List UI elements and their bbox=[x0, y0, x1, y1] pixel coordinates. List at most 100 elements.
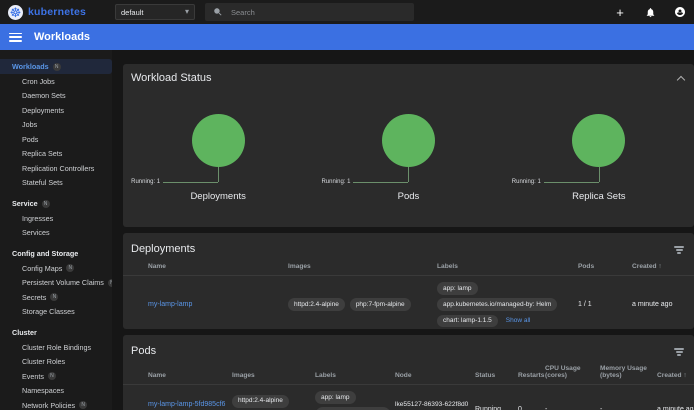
sidebar-item-label: Cluster Role Bindings bbox=[22, 343, 91, 352]
namespaced-indicator-icon: N bbox=[53, 63, 61, 71]
pie-chart-title: Pods bbox=[313, 191, 503, 202]
column-header[interactable]: Created ↑ bbox=[657, 372, 694, 379]
pods-card: Pods Name Images Labels Node Status Rest… bbox=[123, 335, 694, 410]
search-input[interactable] bbox=[231, 8, 406, 17]
sidebar-item[interactable]: Jobs N bbox=[0, 118, 112, 133]
sidebar-item-label: Service bbox=[12, 199, 38, 208]
namespace-selected-value: default bbox=[121, 8, 144, 17]
menu-toggle-button[interactable] bbox=[9, 33, 22, 42]
sidebar-item-label: Network Policies bbox=[22, 401, 75, 410]
sidebar-item[interactable]: Network Policies N bbox=[0, 398, 112, 410]
column-header[interactable]: Pods bbox=[578, 263, 632, 270]
column-header[interactable]: Images bbox=[232, 372, 315, 379]
sidebar-item-label: Ingresses bbox=[22, 214, 53, 223]
workload-status-title: Workload Status bbox=[131, 72, 212, 84]
namespaced-indicator-icon: N bbox=[42, 200, 50, 208]
column-header[interactable]: Name bbox=[148, 372, 232, 379]
column-header[interactable]: Restarts bbox=[518, 372, 545, 379]
pod-name-link[interactable]: my-lamp-lamp-5fd985cf68-jwvz4 bbox=[148, 401, 225, 410]
sidebar-item[interactable]: Cron Jobs N bbox=[0, 74, 112, 89]
sidebar-item[interactable]: Secrets N bbox=[0, 290, 112, 305]
sidebar-item[interactable]: Cluster Role Bindings N bbox=[0, 340, 112, 355]
sidebar-item[interactable]: Ingresses N bbox=[0, 211, 112, 226]
pods-title: Pods bbox=[131, 345, 156, 357]
deployment-name-link[interactable]: my-lamp-lamp bbox=[148, 301, 192, 308]
label-chip: chart: lamp-1.1.5 bbox=[437, 315, 498, 328]
node-name: lke55127-86393-622f8d09399a bbox=[395, 400, 475, 410]
collapse-card-icon[interactable] bbox=[677, 75, 685, 83]
table-row: my-lamp-lamp httpd:2.4-alpine php:7-fpm-… bbox=[123, 276, 694, 329]
show-all-labels-link[interactable]: Show all bbox=[506, 316, 531, 325]
sidebar-item[interactable]: Service N bbox=[0, 196, 112, 211]
namespaced-indicator-icon: N bbox=[48, 372, 56, 380]
label-chip: app.kubernetes.io/managed-by: Helm bbox=[437, 298, 557, 311]
deployments-table-header: Name Images Labels Pods Created ↑ bbox=[123, 255, 694, 276]
namespace-selector[interactable]: default ▾ bbox=[115, 4, 195, 20]
sidebar-item[interactable]: Stateful Sets N bbox=[0, 176, 112, 191]
pie-running-slice bbox=[572, 114, 625, 167]
sidebar-item-label: Deployments bbox=[22, 106, 64, 115]
filter-icon[interactable] bbox=[674, 244, 684, 254]
column-header[interactable]: Images bbox=[288, 263, 437, 270]
search-box bbox=[205, 3, 414, 21]
memory-usage: - bbox=[600, 406, 657, 410]
cpu-usage: - bbox=[545, 406, 600, 410]
column-header[interactable]: Memory Usage (bytes) bbox=[600, 365, 657, 379]
topbar-actions: + bbox=[612, 0, 688, 24]
user-menu-button[interactable] bbox=[672, 4, 688, 20]
column-header[interactable]: Created ↑ bbox=[632, 263, 694, 270]
sidebar-item-label: Workloads bbox=[12, 62, 49, 71]
column-header[interactable]: Labels bbox=[437, 263, 578, 270]
filter-icon[interactable] bbox=[674, 346, 684, 356]
sidebar-item[interactable]: Workloads N bbox=[0, 59, 112, 74]
workload-status-card: Workload Status Running: 1 Deployments bbox=[123, 64, 694, 227]
column-header[interactable]: Labels bbox=[315, 372, 395, 379]
column-header[interactable]: Status bbox=[475, 372, 518, 379]
pie-slice-label: Running: 1 bbox=[512, 179, 541, 185]
table-row: my-lamp-lamp-5fd985cf68-jwvz4 httpd:2.4-… bbox=[123, 385, 694, 410]
sidebar-item[interactable]: Cluster Roles N bbox=[0, 355, 112, 370]
sidebar-item[interactable]: Pods N bbox=[0, 132, 112, 147]
sidebar-item[interactable]: Config Maps N bbox=[0, 261, 112, 276]
plus-icon: + bbox=[616, 6, 624, 19]
namespaced-indicator-icon: N bbox=[79, 401, 87, 409]
sidebar-item[interactable]: Namespaces N bbox=[0, 384, 112, 399]
sidebar-item[interactable]: Deployments N bbox=[0, 103, 112, 118]
created-timestamp: a minute ago bbox=[657, 406, 694, 410]
pie-running-slice bbox=[382, 114, 435, 167]
user-avatar-icon bbox=[674, 6, 686, 18]
pod-status: Running bbox=[475, 406, 518, 410]
pie-callout: Running: 1 bbox=[163, 167, 273, 184]
sidebar-item[interactable]: Cluster N bbox=[0, 325, 112, 340]
pie-running-slice bbox=[192, 114, 245, 167]
sidebar-item[interactable]: Storage Classes N bbox=[0, 305, 112, 320]
kubernetes-home-link[interactable]: ☸ kubernetes bbox=[8, 0, 86, 24]
restarts-count: 0 bbox=[518, 406, 545, 410]
status-pie-chart: Running: 1 Replica Sets bbox=[504, 114, 694, 202]
pie-slice-label: Running: 1 bbox=[131, 179, 160, 185]
sidebar-item[interactable]: Persistent Volume Claims N bbox=[0, 276, 112, 291]
sidebar-item[interactable]: Events N bbox=[0, 369, 112, 384]
status-pie-chart: Running: 1 Deployments bbox=[123, 114, 313, 202]
sidebar-item[interactable]: Services N bbox=[0, 226, 112, 241]
label-chip: app: lamp bbox=[315, 391, 356, 404]
column-header[interactable]: CPU Usage (cores) bbox=[545, 365, 600, 379]
sidebar-item[interactable]: Replication Controllers N bbox=[0, 161, 112, 176]
sidebar-item[interactable]: Replica Sets N bbox=[0, 147, 112, 162]
deployments-title: Deployments bbox=[131, 243, 195, 255]
bell-icon bbox=[645, 7, 656, 18]
sidebar-item-label: Cron Jobs bbox=[22, 77, 55, 86]
sidebar-item[interactable]: Config and Storage N bbox=[0, 246, 112, 261]
column-header[interactable]: Node bbox=[395, 372, 475, 379]
sidebar-item-label: Namespaces bbox=[22, 386, 64, 395]
sidebar-item[interactable]: Daemon Sets N bbox=[0, 89, 112, 104]
image-chip: php:7-fpm-alpine bbox=[350, 298, 411, 311]
sidebar-item-label: Persistent Volume Claims bbox=[22, 278, 104, 287]
pie-chart-title: Replica Sets bbox=[504, 191, 694, 202]
kubernetes-logo-icon: ☸ bbox=[8, 5, 23, 20]
column-header[interactable]: Name bbox=[148, 263, 288, 270]
namespaced-indicator-icon: N bbox=[66, 264, 74, 272]
notifications-button[interactable] bbox=[642, 4, 658, 20]
create-resource-button[interactable]: + bbox=[612, 4, 628, 20]
namespaced-indicator-icon: N bbox=[50, 293, 58, 301]
